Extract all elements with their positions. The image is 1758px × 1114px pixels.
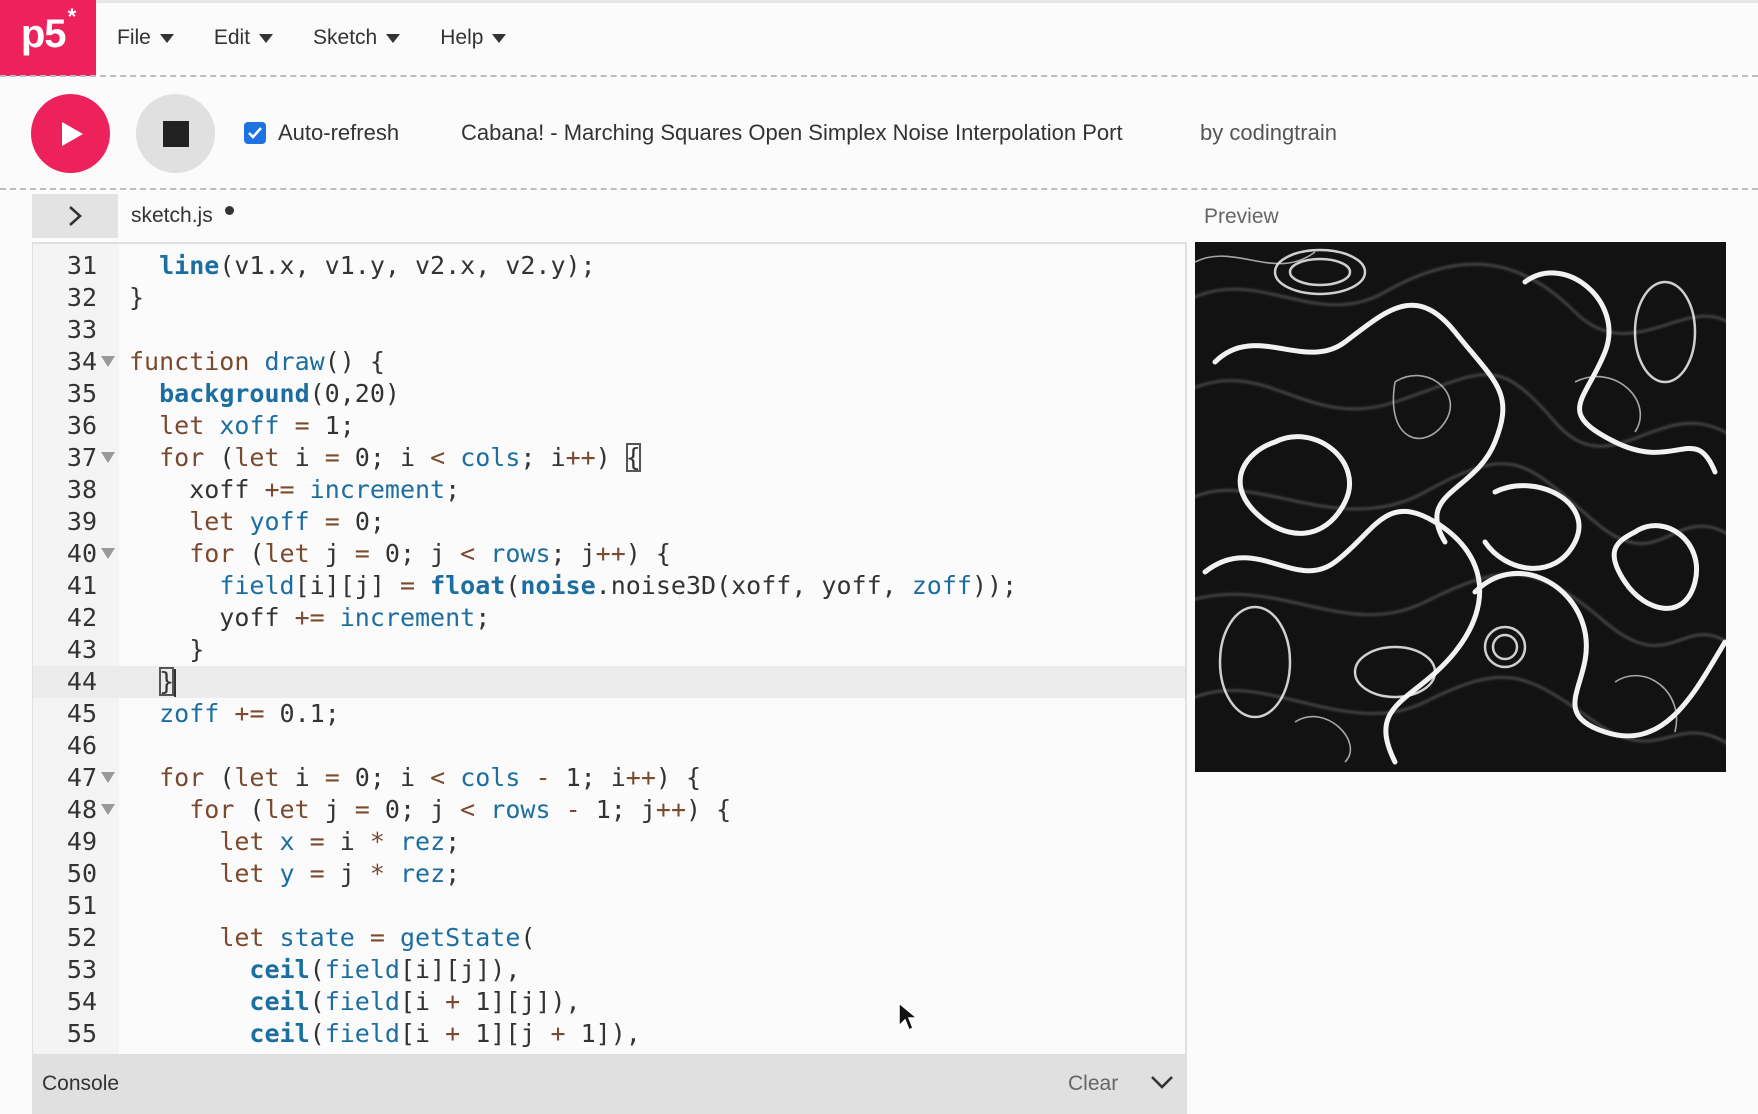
expand-sidebar-button[interactable] bbox=[32, 194, 118, 238]
code-line: 42 yoff += increment; bbox=[66, 603, 491, 632]
console-title: Console bbox=[42, 1072, 120, 1095]
caret-down-icon bbox=[259, 33, 274, 43]
menu-edit[interactable]: Edit bbox=[214, 26, 274, 50]
code-line: 55 ceil(field[i + 1][j + 1]), bbox=[66, 1019, 641, 1048]
code-line: 51 bbox=[66, 891, 97, 920]
code-line: 43 } bbox=[66, 635, 205, 664]
sketch-preview-canvas[interactable] bbox=[1195, 242, 1726, 772]
code-line: 31 line(v1.x, v1.y, v2.x, v2.y); bbox=[66, 251, 596, 280]
code-line: 41 field[i][j] = float(noise.noise3D(xof… bbox=[66, 571, 1018, 600]
code-editor[interactable]: 31 line(v1.x, v1.y, v2.x, v2.y); 32 } 33… bbox=[32, 242, 1187, 1054]
code-line: 48 for (let j = 0; j < rows - 1; j++) { bbox=[66, 795, 732, 824]
code-line: 32 } bbox=[66, 283, 145, 312]
code-line: 52 let state = getState( bbox=[66, 923, 536, 952]
toolbar-divider bbox=[0, 188, 1758, 190]
fold-arrow-icon[interactable] bbox=[101, 772, 115, 783]
menu-file[interactable]: File bbox=[117, 26, 174, 50]
code-line: 35 background(0,20) bbox=[66, 379, 400, 408]
caret-down-icon bbox=[159, 33, 174, 43]
mouse-cursor-icon bbox=[898, 1002, 918, 1032]
stop-icon bbox=[162, 120, 189, 147]
menu-bar: File Edit Sketch Help bbox=[117, 0, 546, 76]
fold-arrow-icon[interactable] bbox=[101, 356, 115, 367]
file-tab-sketch-js[interactable]: sketch.js bbox=[131, 204, 213, 228]
code-line: 49 let x = i * rez; bbox=[66, 827, 461, 856]
fold-arrow-icon[interactable] bbox=[101, 452, 115, 463]
unsaved-indicator bbox=[225, 206, 234, 215]
console-clear-button[interactable]: Clear bbox=[1068, 1072, 1118, 1096]
code-line: 40 for (let j = 0; j < rows; j++) { bbox=[66, 539, 671, 568]
code-line: 46 bbox=[66, 731, 97, 760]
chevron-down-icon[interactable] bbox=[1150, 1074, 1174, 1090]
code-line: 38 xoff += increment; bbox=[66, 475, 461, 504]
code-line: 50 let y = j * rez; bbox=[66, 859, 461, 888]
noise-contour-image bbox=[1195, 242, 1726, 772]
caret-down-icon bbox=[492, 33, 507, 43]
logo-text: p5* bbox=[20, 4, 76, 56]
auto-refresh-checkbox[interactable] bbox=[244, 122, 266, 144]
auto-refresh[interactable]: Auto-refresh bbox=[244, 120, 399, 146]
sketch-title[interactable]: Cabana! - Marching Squares Open Simplex … bbox=[461, 120, 1123, 146]
menu-sketch[interactable]: Sketch bbox=[313, 26, 401, 50]
code-line: 45 zoff += 0.1; bbox=[66, 699, 340, 728]
chevron-right-icon bbox=[69, 206, 82, 226]
menu-help[interactable]: Help bbox=[440, 26, 507, 50]
preview-label: Preview bbox=[1204, 205, 1279, 228]
auto-refresh-label: Auto-refresh bbox=[278, 120, 400, 145]
code-line: 54 ceil(field[i + 1][j]), bbox=[66, 987, 581, 1016]
caret-down-icon bbox=[386, 33, 401, 43]
top-nav: p5* File Edit Sketch Help bbox=[0, 0, 1758, 76]
fold-arrow-icon[interactable] bbox=[101, 548, 115, 559]
clipped-code-line bbox=[129, 1046, 144, 1054]
p5-logo[interactable]: p5* bbox=[0, 0, 96, 76]
sketch-author[interactable]: by codingtrain bbox=[1200, 120, 1337, 146]
nav-divider bbox=[0, 75, 1758, 77]
fold-arrow-icon[interactable] bbox=[101, 804, 115, 815]
code-line: 36 let xoff = 1; bbox=[66, 411, 355, 440]
console-bar: Console Clear bbox=[32, 1054, 1187, 1114]
code-line: 53 ceil(field[i][j]), bbox=[66, 955, 521, 984]
check-icon bbox=[248, 127, 262, 139]
code-line: 34 function draw() { bbox=[66, 347, 385, 376]
code-line: 37 for (let i = 0; i < cols; i++) { bbox=[66, 443, 641, 472]
code-line: 33 bbox=[66, 315, 97, 344]
play-button[interactable] bbox=[31, 94, 110, 173]
code-line: 47 for (let i = 0; i < cols - 1; i++) { bbox=[66, 763, 702, 792]
code-line-active: 44 } bbox=[33, 666, 1185, 698]
stop-button[interactable] bbox=[136, 94, 215, 173]
code-line: 39 let yoff = 0; bbox=[66, 507, 385, 536]
play-icon bbox=[61, 121, 83, 146]
